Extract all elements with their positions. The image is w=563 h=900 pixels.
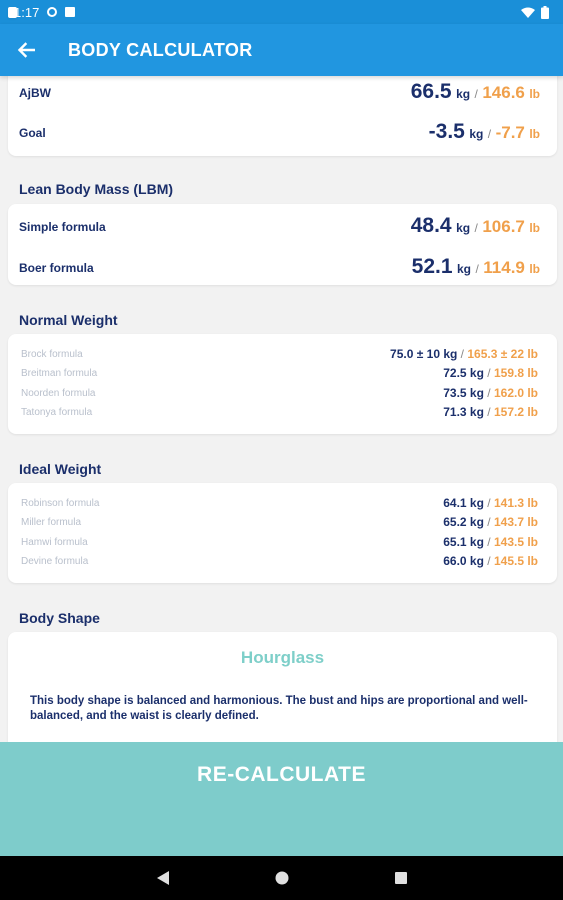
- row-label: Boer formula: [19, 261, 94, 275]
- section-title-lbm: Lean Body Mass (LBM): [19, 181, 174, 197]
- nav-recents-icon: [394, 872, 407, 884]
- status-time: 1:17: [14, 4, 40, 20]
- list-item: Miller formula 65.2 kg / 143.7 lb: [21, 515, 538, 529]
- list-item: Hamwi formula 65.1 kg / 143.5 lb: [21, 535, 538, 549]
- body-shape-name: Hourglass: [240, 648, 325, 667]
- section-title-normal-weight: Normal Weight: [19, 312, 118, 328]
- body-shape-card: Hourglass This body shape is balanced an…: [8, 632, 557, 742]
- row-label: Goal: [19, 126, 46, 140]
- list-item: Tatonya formula 71.3 kg / 157.2 lb: [21, 405, 538, 419]
- wifi-icon: [521, 7, 535, 18]
- gear-icon: [47, 7, 58, 17]
- nav-home-icon: [275, 871, 288, 885]
- list-item: Noorden formula 73.5 kg / 162.0 lb: [21, 386, 538, 400]
- recalculate-label: RE-CALCULATE: [197, 763, 366, 786]
- lbm-row-simple: Simple formula 48.4 kg / 106.7 lb: [8, 208, 557, 238]
- lbm-card: Simple formula 48.4 kg / 106.7 lb Boer f…: [8, 204, 557, 285]
- summary-row-goal: Goal -3.5 kg / -7.7 lb: [8, 114, 557, 144]
- row-value: 48.4 kg / 106.7 lb: [410, 214, 540, 237]
- list-item: Robinson formula 64.1 kg / 141.3 lb: [21, 496, 538, 510]
- back-button[interactable]: [0, 24, 52, 76]
- status-bar: 1:17: [0, 0, 563, 24]
- row-value: 52.1 kg / 114.9 lb: [411, 255, 540, 278]
- page-title: BODY CALCULATOR: [68, 39, 253, 60]
- ideal-weight-card: Robinson formula 64.1 kg / 141.3 lb Mill…: [8, 483, 557, 583]
- body-shape-description: This body shape is balanced and harmonio…: [30, 695, 528, 722]
- notification-icon: [65, 7, 76, 17]
- row-label: Simple formula: [19, 220, 106, 234]
- lbm-row-boer: Boer formula 52.1 kg / 114.9 lb: [8, 249, 557, 279]
- list-item: Brock formula 75.0 ± 10 kg / 165.3 ± 22 …: [21, 347, 538, 361]
- nav-back-button[interactable]: [151, 866, 175, 890]
- nav-back-icon: [156, 871, 169, 885]
- list-item: Devine formula 66.0 kg / 145.5 lb: [21, 554, 538, 568]
- nav-recents-button[interactable]: [389, 866, 413, 890]
- recalculate-button[interactable]: RE-CALCULATE: [0, 742, 563, 856]
- results-scroll-area[interactable]: AjBW 66.5 kg / 146.6 lb Goal -3.5 kg / -…: [0, 76, 563, 742]
- summary-card: AjBW 66.5 kg / 146.6 lb Goal -3.5 kg / -…: [8, 76, 557, 156]
- section-title-ideal-weight: Ideal Weight: [19, 461, 102, 477]
- system-nav-bar: [0, 856, 563, 900]
- nav-home-button[interactable]: [270, 866, 294, 890]
- summary-row-ajbw: AjBW 66.5 kg / 146.6 lb: [8, 76, 557, 104]
- list-item: Breitman formula 72.5 kg / 159.8 lb: [21, 366, 538, 380]
- sd-card-icon: [8, 6, 17, 18]
- section-title-body-shape: Body Shape: [19, 610, 100, 626]
- back-arrow-icon: [17, 42, 35, 58]
- row-label: AjBW: [19, 86, 51, 100]
- normal-weight-card: Brock formula 75.0 ± 10 kg / 165.3 ± 22 …: [8, 334, 557, 434]
- app-bar: BODY CALCULATOR: [0, 24, 563, 76]
- row-value: 66.5 kg / 146.6 lb: [410, 80, 540, 103]
- row-value: -3.5 kg / -7.7 lb: [428, 120, 540, 143]
- battery-icon: [541, 5, 549, 19]
